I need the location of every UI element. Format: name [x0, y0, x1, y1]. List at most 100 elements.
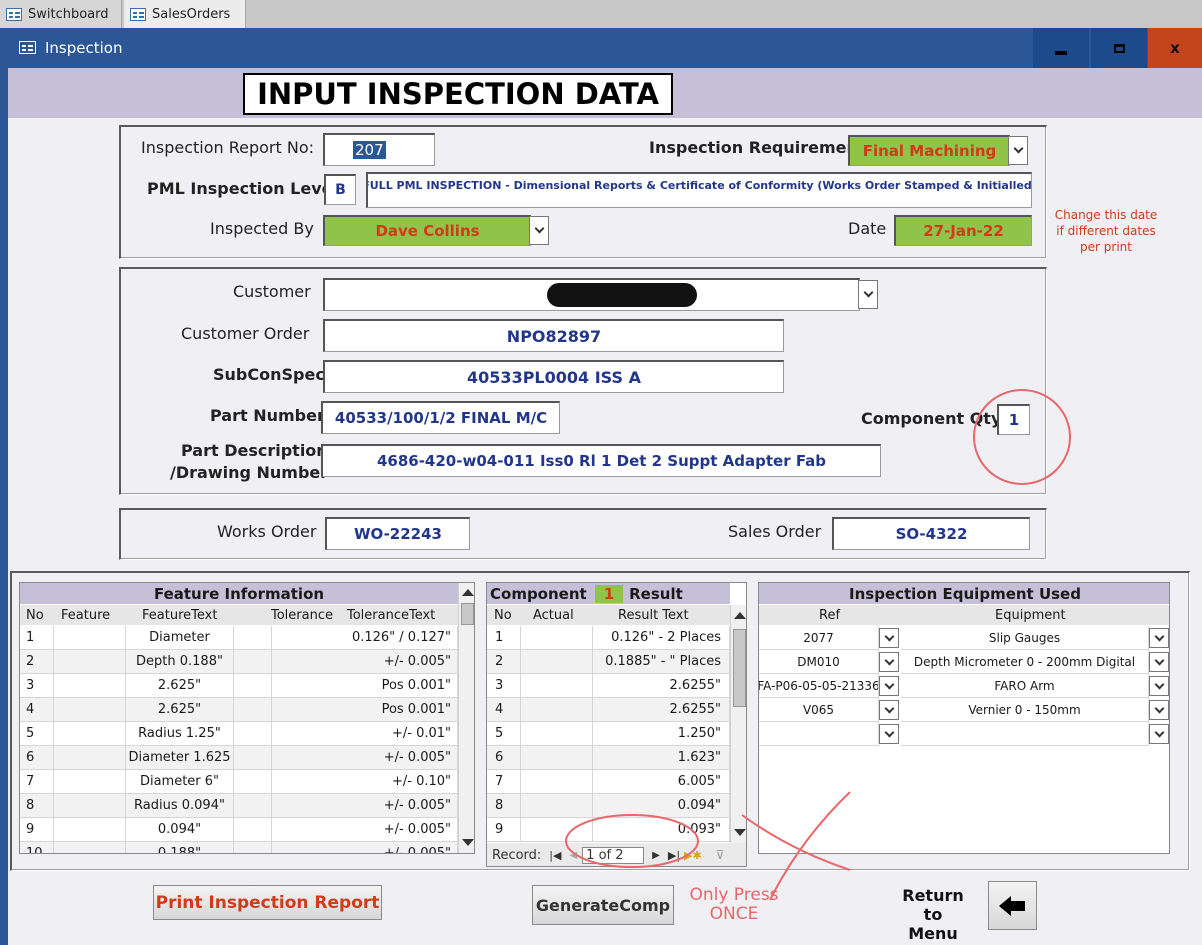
result-row-text[interactable]: 2.6255" — [593, 674, 730, 698]
feature-row-text[interactable]: 0.188" — [126, 842, 234, 853]
customer-combo[interactable] — [323, 278, 860, 311]
result-row-actual[interactable] — [521, 674, 593, 698]
feature-row-no[interactable]: 6 — [20, 746, 54, 770]
inspected-by-combo[interactable]: Dave Collins — [323, 215, 531, 246]
feature-row-feature[interactable] — [54, 698, 126, 722]
feature-row-tol[interactable] — [234, 818, 272, 842]
generate-comp-button[interactable]: GenerateComp — [532, 885, 674, 925]
tab-switchboard[interactable]: Switchboard — [0, 0, 122, 28]
feature-row-text[interactable]: 2.625" — [126, 674, 234, 698]
equipment-row-name[interactable] — [901, 722, 1149, 746]
result-row-text[interactable]: 0.126" - 2 Places — [593, 626, 730, 650]
equipment-row-ref[interactable]: 2077 — [759, 626, 879, 650]
equipment-row-name[interactable]: FARO Arm — [901, 674, 1149, 698]
scroll-down-icon[interactable] — [734, 829, 746, 836]
previous-record-button[interactable]: ◀ — [569, 850, 577, 861]
result-row-no[interactable]: 9 — [487, 818, 521, 842]
equipment-name-dropdown-button[interactable] — [1149, 724, 1169, 744]
filter-icon[interactable]: ⊽ — [716, 848, 725, 862]
result-row-no[interactable]: 6 — [487, 746, 521, 770]
feature-row-tol[interactable] — [234, 650, 272, 674]
result-row-actual[interactable] — [521, 698, 593, 722]
feature-row-no[interactable]: 4 — [20, 698, 54, 722]
feature-row-text[interactable]: 0.094" — [126, 818, 234, 842]
subconspec-field[interactable]: 40533PL0004 ISS A — [323, 360, 784, 393]
feature-row-feature[interactable] — [54, 770, 126, 794]
feature-row-toltext[interactable]: +/- 0.005" — [272, 818, 458, 842]
print-inspection-report-button[interactable]: Print Inspection Report — [153, 885, 382, 920]
feature-row-toltext[interactable]: +/- 0.005" — [272, 650, 458, 674]
feature-row-feature[interactable] — [54, 722, 126, 746]
result-row-text[interactable]: 1.250" — [593, 722, 730, 746]
feature-row-text[interactable]: Depth 0.188" — [126, 650, 234, 674]
feature-row-tol[interactable] — [234, 770, 272, 794]
equipment-name-dropdown-button[interactable] — [1149, 676, 1169, 696]
feature-row-text[interactable]: Diameter 1.625 — [126, 746, 234, 770]
return-to-menu-button[interactable] — [988, 881, 1037, 930]
feature-row-tol[interactable] — [234, 698, 272, 722]
minimize-button[interactable] — [1033, 28, 1089, 68]
result-row-text[interactable]: 0.1885" - " Places — [593, 650, 730, 674]
feature-row-toltext[interactable]: Pos 0.001" — [272, 674, 458, 698]
report-no-field[interactable]: 207 — [323, 133, 435, 166]
next-record-button[interactable]: ▶ — [652, 850, 660, 861]
record-position-input[interactable]: 1 of 2 — [582, 846, 645, 864]
feature-row-feature[interactable] — [54, 746, 126, 770]
result-row-no[interactable]: 4 — [487, 698, 521, 722]
part-description-field[interactable]: 4686-420-w04-011 Iss0 Rl 1 Det 2 Suppt A… — [321, 444, 881, 477]
customer-dropdown-button[interactable] — [858, 280, 878, 309]
date-field[interactable]: 27-Jan-22 — [894, 215, 1032, 246]
feature-row-feature[interactable] — [54, 794, 126, 818]
close-button[interactable]: x — [1148, 28, 1202, 68]
equipment-name-dropdown-button[interactable] — [1149, 628, 1169, 648]
feature-row-no[interactable]: 10 — [20, 842, 54, 853]
result-row-no[interactable]: 3 — [487, 674, 521, 698]
component-qty-field[interactable]: 1 — [997, 404, 1030, 435]
result-row-no[interactable]: 2 — [487, 650, 521, 674]
result-row-actual[interactable] — [521, 818, 593, 842]
feature-row-no[interactable]: 9 — [20, 818, 54, 842]
equipment-row-name[interactable]: Depth Micrometer 0 - 200mm Digital — [901, 650, 1149, 674]
result-row-actual[interactable] — [521, 650, 593, 674]
feature-row-no[interactable]: 1 — [20, 626, 54, 650]
equipment-name-dropdown-button[interactable] — [1149, 700, 1169, 720]
result-row-actual[interactable] — [521, 794, 593, 818]
result-row-actual[interactable] — [521, 722, 593, 746]
requirement-combo[interactable]: Final Machining — [848, 135, 1010, 166]
features-scrollbar[interactable] — [458, 583, 474, 853]
feature-row-toltext[interactable]: +/- 0.005" — [272, 746, 458, 770]
result-row-actual[interactable] — [521, 746, 593, 770]
equipment-name-dropdown-button[interactable] — [1149, 652, 1169, 672]
result-row-text[interactable]: 2.6255" — [593, 698, 730, 722]
scroll-down-icon[interactable] — [462, 839, 474, 846]
result-row-no[interactable]: 7 — [487, 770, 521, 794]
maximize-button[interactable] — [1091, 28, 1147, 68]
feature-row-no[interactable]: 2 — [20, 650, 54, 674]
feature-row-tol[interactable] — [234, 842, 272, 853]
part-number-field[interactable]: 40533/100/1/2 FINAL M/C — [321, 401, 560, 434]
feature-row-feature[interactable] — [54, 818, 126, 842]
result-row-text[interactable]: 6.005" — [593, 770, 730, 794]
feature-row-text[interactable]: Diameter — [126, 626, 234, 650]
last-record-button[interactable]: ▶| — [668, 849, 680, 862]
new-record-button[interactable]: ▶✱ — [684, 849, 702, 862]
equipment-row-name[interactable]: Slip Gauges — [901, 626, 1149, 650]
equipment-row-ref[interactable]: V065 — [759, 698, 879, 722]
equipment-ref-dropdown-button[interactable] — [879, 652, 899, 672]
equipment-ref-dropdown-button[interactable] — [879, 724, 899, 744]
feature-row-tol[interactable] — [234, 626, 272, 650]
results-scrollbar[interactable] — [730, 605, 746, 843]
feature-row-feature[interactable] — [54, 626, 126, 650]
customer-order-field[interactable]: NPO82897 — [323, 319, 784, 352]
feature-row-feature[interactable] — [54, 842, 126, 853]
feature-row-tol[interactable] — [234, 746, 272, 770]
sales-order-field[interactable]: SO-4322 — [832, 517, 1030, 550]
equipment-row-ref[interactable] — [759, 722, 879, 746]
inspected-by-dropdown-button[interactable] — [529, 216, 549, 245]
requirement-dropdown-button[interactable] — [1008, 136, 1028, 165]
result-row-actual[interactable] — [521, 770, 593, 794]
feature-row-toltext[interactable]: +/- 0.01" — [272, 722, 458, 746]
feature-row-tol[interactable] — [234, 794, 272, 818]
equipment-row-ref[interactable]: FA-P06-05-05-21336 — [759, 674, 879, 698]
equipment-ref-dropdown-button[interactable] — [879, 628, 899, 648]
